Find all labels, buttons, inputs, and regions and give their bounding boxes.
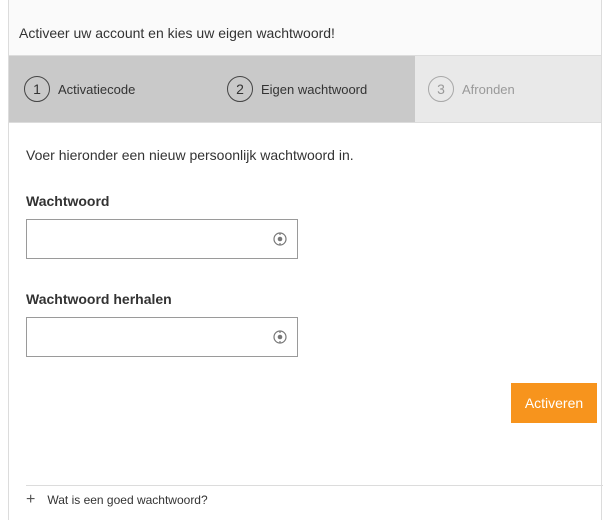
step-label: Activatiecode	[58, 81, 136, 97]
password-input[interactable]	[33, 221, 267, 259]
step-number: 1	[24, 76, 50, 102]
faq-toggle[interactable]: + Wat is een goed wachtwoord?	[26, 492, 208, 508]
eye-icon[interactable]	[273, 232, 287, 246]
password-repeat-label: Wachtwoord herhalen	[26, 291, 172, 307]
panel-header: Activeer uw account en kies uw eigen wac…	[9, 0, 601, 56]
step-activation-code: 1 Activatiecode	[9, 56, 212, 122]
activation-panel: Activeer uw account en kies uw eigen wac…	[8, 0, 603, 520]
step-finish: 3 Afronden	[415, 56, 601, 122]
divider	[26, 485, 603, 486]
step-number: 3	[428, 76, 454, 102]
password-label: Wachtwoord	[26, 193, 110, 209]
plus-icon: +	[26, 491, 36, 508]
faq-label: Wat is een goed wachtwoord?	[47, 493, 208, 507]
activate-button[interactable]: Activeren	[511, 383, 597, 423]
password-repeat-field-wrapper	[26, 317, 298, 357]
password-repeat-input[interactable]	[33, 319, 267, 357]
step-label: Eigen wachtwoord	[261, 81, 368, 97]
step-indicator: 1 Activatiecode 2 Eigen wachtwoord 3 Afr…	[9, 56, 601, 123]
form-content: Voer hieronder een nieuw persoonlijk wac…	[9, 123, 601, 357]
eye-icon[interactable]	[273, 330, 287, 344]
step-own-password: 2 Eigen wachtwoord	[212, 56, 415, 122]
intro-text: Voer hieronder een nieuw persoonlijk wac…	[26, 147, 354, 163]
page-title: Activeer uw account en kies uw eigen wac…	[19, 25, 335, 41]
step-number: 2	[227, 76, 253, 102]
step-label: Afronden	[462, 81, 515, 97]
password-field-wrapper	[26, 219, 298, 259]
